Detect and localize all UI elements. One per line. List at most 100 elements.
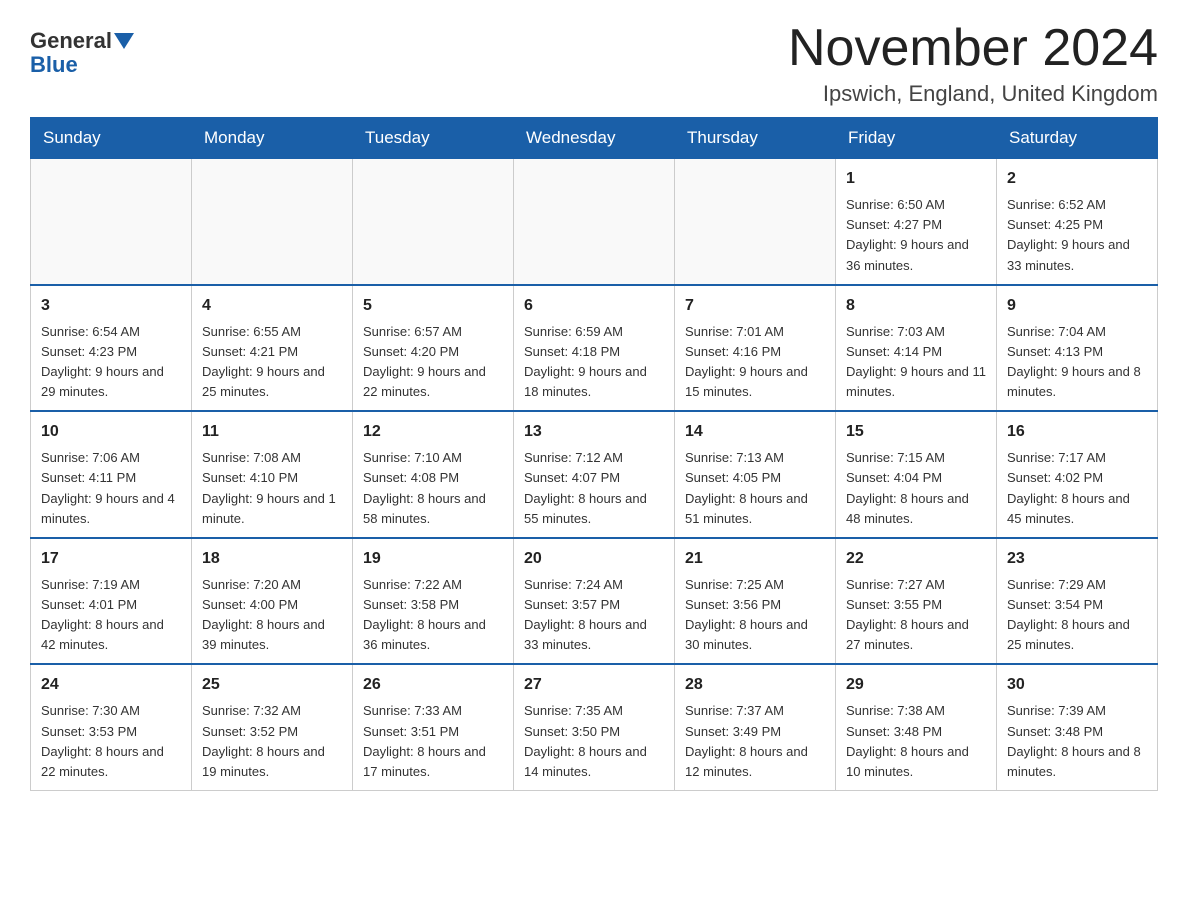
calendar-day-cell: 16 Sunrise: 7:17 AM Sunset: 4:02 PM Dayli… <box>997 411 1158 538</box>
day-info: Sunrise: 7:10 AM Sunset: 4:08 PM Dayligh… <box>363 448 503 529</box>
calendar-day-cell: 28 Sunrise: 7:37 AM Sunset: 3:49 PM Dayli… <box>675 664 836 790</box>
calendar-day-header: Wednesday <box>514 118 675 159</box>
calendar-day-cell: 15 Sunrise: 7:15 AM Sunset: 4:04 PM Dayli… <box>836 411 997 538</box>
calendar-day-cell: 7 Sunrise: 7:01 AM Sunset: 4:16 PM Daylig… <box>675 285 836 412</box>
day-number: 10 <box>41 420 181 444</box>
day-info: Sunrise: 6:59 AM Sunset: 4:18 PM Dayligh… <box>524 322 664 403</box>
day-number: 18 <box>202 547 342 571</box>
calendar-day-header: Monday <box>192 118 353 159</box>
day-info: Sunrise: 6:52 AM Sunset: 4:25 PM Dayligh… <box>1007 195 1147 276</box>
day-info: Sunrise: 7:19 AM Sunset: 4:01 PM Dayligh… <box>41 575 181 656</box>
calendar-day-cell: 12 Sunrise: 7:10 AM Sunset: 4:08 PM Dayli… <box>353 411 514 538</box>
day-info: Sunrise: 7:27 AM Sunset: 3:55 PM Dayligh… <box>846 575 986 656</box>
calendar-day-header: Tuesday <box>353 118 514 159</box>
calendar-day-cell <box>192 159 353 285</box>
calendar-day-cell: 19 Sunrise: 7:22 AM Sunset: 3:58 PM Dayli… <box>353 538 514 665</box>
calendar-day-cell: 23Sunrise: 7:29 AM Sunset: 3:54 PM Dayli… <box>997 538 1158 665</box>
calendar-day-cell: 10 Sunrise: 7:06 AM Sunset: 4:11 PM Dayli… <box>31 411 192 538</box>
day-info: Sunrise: 7:03 AM Sunset: 4:14 PM Dayligh… <box>846 322 986 403</box>
day-number: 13 <box>524 420 664 444</box>
day-number: 27 <box>524 673 664 697</box>
day-info: Sunrise: 7:12 AM Sunset: 4:07 PM Dayligh… <box>524 448 664 529</box>
calendar-day-cell: 29 Sunrise: 7:38 AM Sunset: 3:48 PM Dayli… <box>836 664 997 790</box>
calendar-week-row: 3 Sunrise: 6:54 AM Sunset: 4:23 PM Daylig… <box>31 285 1158 412</box>
day-number: 8 <box>846 294 986 318</box>
day-number: 3 <box>41 294 181 318</box>
calendar-table: SundayMondayTuesdayWednesdayThursdayFrid… <box>30 117 1158 791</box>
calendar-day-cell: 21 Sunrise: 7:25 AM Sunset: 3:56 PM Dayli… <box>675 538 836 665</box>
day-info: Sunrise: 7:22 AM Sunset: 3:58 PM Dayligh… <box>363 575 503 656</box>
calendar-day-cell: 3 Sunrise: 6:54 AM Sunset: 4:23 PM Daylig… <box>31 285 192 412</box>
calendar-day-cell <box>675 159 836 285</box>
day-info: Sunrise: 7:04 AM Sunset: 4:13 PM Dayligh… <box>1007 322 1147 403</box>
day-info: Sunrise: 7:35 AM Sunset: 3:50 PM Dayligh… <box>524 701 664 782</box>
day-number: 9 <box>1007 294 1147 318</box>
day-info: Sunrise: 7:30 AM Sunset: 3:53 PM Dayligh… <box>41 701 181 782</box>
calendar-day-cell: 22 Sunrise: 7:27 AM Sunset: 3:55 PM Dayli… <box>836 538 997 665</box>
day-number: 7 <box>685 294 825 318</box>
day-number: 29 <box>846 673 986 697</box>
calendar-day-header: Thursday <box>675 118 836 159</box>
day-number: 17 <box>41 547 181 571</box>
day-number: 14 <box>685 420 825 444</box>
calendar-header-row: SundayMondayTuesdayWednesdayThursdayFrid… <box>31 118 1158 159</box>
calendar-day-cell: 9 Sunrise: 7:04 AM Sunset: 4:13 PM Daylig… <box>997 285 1158 412</box>
calendar-day-cell: 5Sunrise: 6:57 AM Sunset: 4:20 PM Daylig… <box>353 285 514 412</box>
calendar-day-cell: 30 Sunrise: 7:39 AM Sunset: 3:48 PM Dayli… <box>997 664 1158 790</box>
day-info: Sunrise: 7:29 AM Sunset: 3:54 PM Dayligh… <box>1007 575 1147 656</box>
calendar-day-cell <box>353 159 514 285</box>
day-info: Sunrise: 6:54 AM Sunset: 4:23 PM Dayligh… <box>41 322 181 403</box>
calendar-day-cell: 26 Sunrise: 7:33 AM Sunset: 3:51 PM Dayli… <box>353 664 514 790</box>
day-number: 11 <box>202 420 342 444</box>
day-info: Sunrise: 7:33 AM Sunset: 3:51 PM Dayligh… <box>363 701 503 782</box>
calendar-day-cell: 11 Sunrise: 7:08 AM Sunset: 4:10 PM Dayli… <box>192 411 353 538</box>
calendar-day-cell: 20 Sunrise: 7:24 AM Sunset: 3:57 PM Dayli… <box>514 538 675 665</box>
day-number: 16 <box>1007 420 1147 444</box>
day-number: 24 <box>41 673 181 697</box>
calendar-day-cell <box>514 159 675 285</box>
day-info: Sunrise: 7:20 AM Sunset: 4:00 PM Dayligh… <box>202 575 342 656</box>
day-info: Sunrise: 7:01 AM Sunset: 4:16 PM Dayligh… <box>685 322 825 403</box>
day-number: 4 <box>202 294 342 318</box>
logo-general-text: General <box>30 30 112 52</box>
calendar-day-cell: 24 Sunrise: 7:30 AM Sunset: 3:53 PM Dayli… <box>31 664 192 790</box>
logo: General Blue <box>30 30 134 78</box>
title-block: November 2024 Ipswich, England, United K… <box>788 20 1158 107</box>
day-number: 22 <box>846 547 986 571</box>
calendar-day-cell: 6Sunrise: 6:59 AM Sunset: 4:18 PM Daylig… <box>514 285 675 412</box>
calendar-day-cell: 2Sunrise: 6:52 AM Sunset: 4:25 PM Daylig… <box>997 159 1158 285</box>
day-number: 26 <box>363 673 503 697</box>
day-info: Sunrise: 7:24 AM Sunset: 3:57 PM Dayligh… <box>524 575 664 656</box>
day-info: Sunrise: 7:37 AM Sunset: 3:49 PM Dayligh… <box>685 701 825 782</box>
day-info: Sunrise: 7:17 AM Sunset: 4:02 PM Dayligh… <box>1007 448 1147 529</box>
day-number: 1 <box>846 167 986 191</box>
day-info: Sunrise: 7:08 AM Sunset: 4:10 PM Dayligh… <box>202 448 342 529</box>
calendar-day-header: Sunday <box>31 118 192 159</box>
calendar-day-cell: 4Sunrise: 6:55 AM Sunset: 4:21 PM Daylig… <box>192 285 353 412</box>
day-info: Sunrise: 7:39 AM Sunset: 3:48 PM Dayligh… <box>1007 701 1147 782</box>
day-number: 21 <box>685 547 825 571</box>
day-number: 28 <box>685 673 825 697</box>
day-info: Sunrise: 7:38 AM Sunset: 3:48 PM Dayligh… <box>846 701 986 782</box>
calendar-day-cell: 17 Sunrise: 7:19 AM Sunset: 4:01 PM Dayli… <box>31 538 192 665</box>
calendar-day-cell: 1Sunrise: 6:50 AM Sunset: 4:27 PM Daylig… <box>836 159 997 285</box>
day-info: Sunrise: 7:06 AM Sunset: 4:11 PM Dayligh… <box>41 448 181 529</box>
day-info: Sunrise: 6:57 AM Sunset: 4:20 PM Dayligh… <box>363 322 503 403</box>
day-number: 19 <box>363 547 503 571</box>
day-number: 25 <box>202 673 342 697</box>
calendar-day-cell: 27 Sunrise: 7:35 AM Sunset: 3:50 PM Dayli… <box>514 664 675 790</box>
day-number: 12 <box>363 420 503 444</box>
day-info: Sunrise: 7:25 AM Sunset: 3:56 PM Dayligh… <box>685 575 825 656</box>
day-number: 15 <box>846 420 986 444</box>
calendar-day-cell <box>31 159 192 285</box>
calendar-week-row: 1Sunrise: 6:50 AM Sunset: 4:27 PM Daylig… <box>31 159 1158 285</box>
day-number: 20 <box>524 547 664 571</box>
calendar-day-cell: 14Sunrise: 7:13 AM Sunset: 4:05 PM Dayli… <box>675 411 836 538</box>
calendar-day-cell: 13 Sunrise: 7:12 AM Sunset: 4:07 PM Dayli… <box>514 411 675 538</box>
day-number: 30 <box>1007 673 1147 697</box>
logo-blue-text: Blue <box>30 52 78 78</box>
day-info: Sunrise: 7:15 AM Sunset: 4:04 PM Dayligh… <box>846 448 986 529</box>
calendar-day-header: Friday <box>836 118 997 159</box>
logo-triangle-icon <box>114 33 134 49</box>
calendar-week-row: 17 Sunrise: 7:19 AM Sunset: 4:01 PM Dayli… <box>31 538 1158 665</box>
